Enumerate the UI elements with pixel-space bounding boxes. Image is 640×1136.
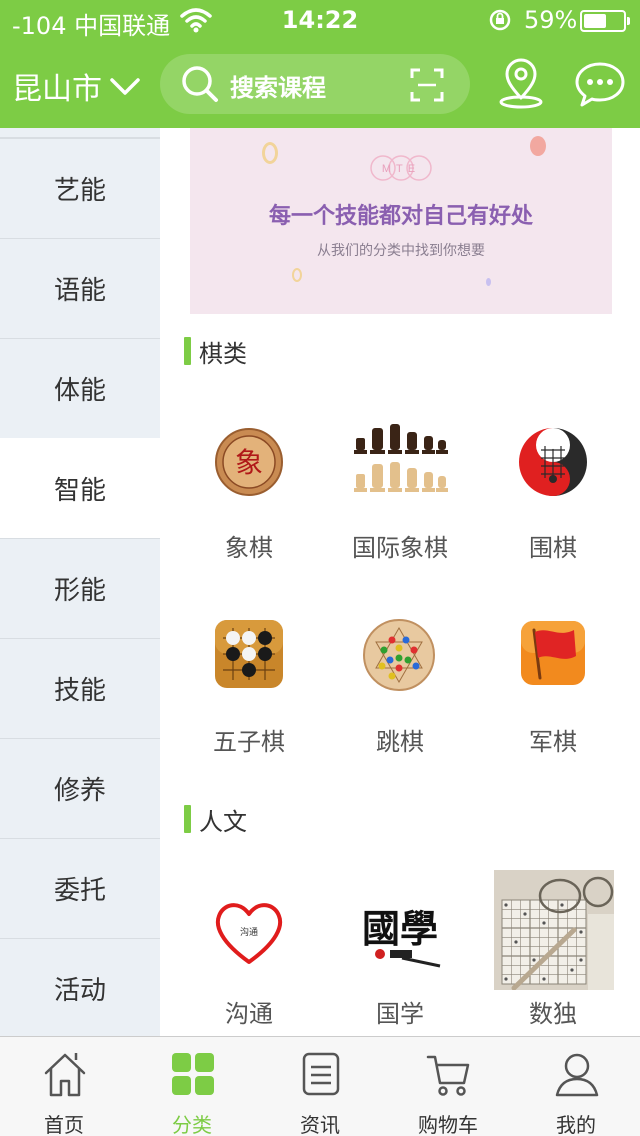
city-label: 昆山市 xyxy=(12,72,102,107)
sudoku-photo-icon xyxy=(494,870,614,990)
category-item-chess[interactable]: 国际象棋 xyxy=(325,424,475,574)
section-title-humanities: 人文 xyxy=(184,804,247,836)
category-item-label: 国学 xyxy=(376,1000,424,1028)
section-accent-bar xyxy=(184,805,191,833)
sidebar-item-xiuyang[interactable]: 修养 xyxy=(0,738,160,838)
category-item-xiangqi[interactable]: 象 象棋 xyxy=(174,424,324,574)
scan-icon[interactable] xyxy=(410,68,444,102)
section-title-text: 棋类 xyxy=(199,339,247,368)
category-item-label: 五子棋 xyxy=(213,728,285,756)
sidebar-item-yineng[interactable]: 艺能 xyxy=(0,138,160,238)
home-icon xyxy=(44,1053,86,1097)
chinese-chess-icon: 象 xyxy=(215,428,283,496)
sidebar-item-huodong[interactable]: 活动 xyxy=(0,938,160,1038)
svg-text:國學: 國學 xyxy=(362,906,438,951)
decor-dot xyxy=(530,136,546,156)
battery-icon xyxy=(580,10,630,32)
tab-home[interactable]: 首页 xyxy=(0,1037,128,1136)
decor-ring xyxy=(292,268,302,282)
category-item-label: 数独 xyxy=(529,1000,577,1028)
heart-icon: 沟通 xyxy=(215,903,283,964)
location-pin-icon[interactable] xyxy=(496,58,546,110)
top-header: -104 中国联通 14:22 59% 昆山市 搜索课程 xyxy=(0,0,640,128)
mte-logo: MTE xyxy=(370,155,432,181)
guoxue-calligraphy-icon: 國學 xyxy=(362,906,441,968)
sidebar-item-zhineng[interactable]: 智能 xyxy=(0,438,160,538)
flag-icon xyxy=(521,621,585,685)
sidebar-item-label: 技能 xyxy=(53,676,106,706)
gomoku-icon xyxy=(215,620,283,688)
sidebar-item-label: 修养 xyxy=(53,776,106,806)
banner-subtitle: 从我们的分类中找到你想要 xyxy=(317,243,485,259)
cart-icon xyxy=(426,1055,470,1096)
sidebar-item-label: 活动 xyxy=(53,976,106,1006)
status-bar: -104 中国联通 14:22 59% xyxy=(0,0,640,40)
category-item-label: 围棋 xyxy=(529,534,577,562)
svg-text:沟通: 沟通 xyxy=(240,926,258,938)
grid-icon xyxy=(172,1053,214,1095)
category-item-junqi[interactable]: 军棋 xyxy=(478,618,628,768)
sidebar-item-label: 形能 xyxy=(53,576,106,606)
category-item-label: 国际象棋 xyxy=(352,534,448,562)
sidebar-item-tineng[interactable]: 体能 xyxy=(0,338,160,438)
search-input[interactable]: 搜索课程 xyxy=(230,68,326,103)
document-icon xyxy=(302,1052,340,1096)
category-item-label: 沟通 xyxy=(225,1000,273,1028)
bottom-tab-bar: 首页 分类 资讯 购物车 我的 xyxy=(0,1036,640,1136)
category-content: MTE 每一个技能都对自己有好处 从我们的分类中找到你想要 棋类 象 象棋 国际… xyxy=(160,128,640,1036)
category-item-label: 跳棋 xyxy=(376,728,424,756)
category-item-label: 军棋 xyxy=(529,728,577,756)
sidebar-item-label: 智能 xyxy=(53,475,106,506)
city-selector[interactable]: 昆山市 xyxy=(12,64,142,108)
category-item-guoxue[interactable]: 國學 国学 xyxy=(325,896,475,1036)
category-item-goutong[interactable]: 沟通 沟通 xyxy=(174,896,324,1036)
sidebar-item-yuneng[interactable]: 语能 xyxy=(0,238,160,338)
chess-pieces-icon xyxy=(354,424,448,492)
decor-dot xyxy=(486,278,491,286)
section-title-text: 人文 xyxy=(199,807,247,836)
sidebar-divider xyxy=(0,128,160,138)
section-accent-bar xyxy=(184,337,191,365)
sidebar-item-weituo[interactable]: 委托 xyxy=(0,838,160,938)
section-title-chess: 棋类 xyxy=(184,336,247,368)
category-item-tiaoqi[interactable]: 跳棋 xyxy=(325,618,475,768)
tab-profile[interactable]: 我的 xyxy=(512,1037,640,1136)
sidebar-item-label: 体能 xyxy=(53,376,106,406)
search-icon xyxy=(182,66,218,102)
battery-percent: 59% xyxy=(524,6,578,34)
decor-ring xyxy=(262,142,278,164)
chevron-down-icon xyxy=(110,78,140,95)
category-item-gomoku[interactable]: 五子棋 xyxy=(174,618,324,768)
sidebar-item-jineng[interactable]: 技能 xyxy=(0,638,160,738)
category-sidebar: 艺能 语能 体能 智能 形能 技能 修养 委托 活动 xyxy=(0,128,160,1036)
svg-text:MTE: MTE xyxy=(382,163,420,175)
tab-cart[interactable]: 购物车 xyxy=(384,1037,512,1136)
go-yin-yang-icon xyxy=(519,428,587,496)
sidebar-item-label: 委托 xyxy=(53,876,106,906)
battery-fill xyxy=(584,14,607,28)
rotation-lock-icon xyxy=(489,9,511,31)
category-item-shudu[interactable]: 数独 xyxy=(478,870,628,1036)
sidebar-item-label: 语能 xyxy=(53,276,106,306)
tab-label: 首页 xyxy=(44,1113,84,1136)
category-item-label: 象棋 xyxy=(225,534,273,562)
search-bar[interactable]: 搜索课程 xyxy=(160,54,470,114)
user-icon xyxy=(555,1053,599,1097)
banner-title: 每一个技能都对自己有好处 xyxy=(268,204,533,229)
category-item-weiqi[interactable]: 围棋 xyxy=(478,424,628,574)
tab-news[interactable]: 资讯 xyxy=(256,1037,384,1136)
tab-label: 分类 xyxy=(172,1113,212,1136)
sidebar-item-xingneng[interactable]: 形能 xyxy=(0,538,160,638)
sidebar-item-label: 艺能 xyxy=(53,176,106,206)
chinese-checkers-icon xyxy=(363,619,435,691)
svg-text:象: 象 xyxy=(235,446,263,479)
tab-label: 我的 xyxy=(556,1113,596,1136)
tab-label: 资讯 xyxy=(300,1113,340,1136)
promo-banner[interactable]: MTE 每一个技能都对自己有好处 从我们的分类中找到你想要 xyxy=(190,128,612,314)
tab-label: 购物车 xyxy=(418,1113,478,1136)
chat-bubble-icon[interactable] xyxy=(574,60,626,108)
tab-category[interactable]: 分类 xyxy=(128,1037,256,1136)
